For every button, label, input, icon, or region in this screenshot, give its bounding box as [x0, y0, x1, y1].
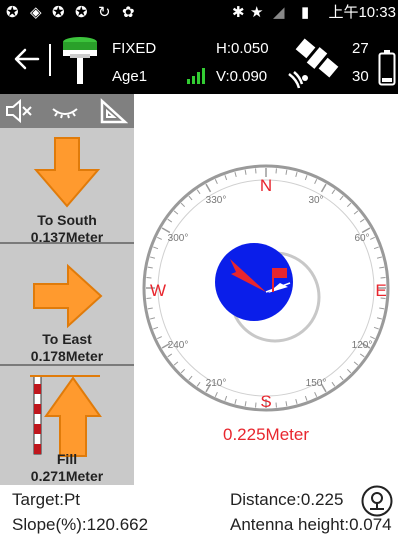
speaker-mute-icon[interactable]: [4, 97, 34, 125]
back-arrow-icon[interactable]: [12, 44, 42, 74]
fill-offset-panel: Fill 0.271Meter: [0, 370, 134, 485]
divider: [49, 44, 51, 76]
status-bar: ✪ ◈ ✪ ✪ ↻ ✿ ✱ ★ ◢ ▮ 上午10:33: [0, 0, 398, 26]
eye-closed-icon[interactable]: [50, 97, 80, 125]
stakeout-panel: To South 0.137Meter To East 0.178Meter F…: [0, 94, 134, 485]
bearing-30: 30°: [308, 195, 323, 206]
south-offset-panel: To South 0.137Meter: [0, 128, 134, 245]
target-name: Target:Pt: [12, 490, 81, 509]
west-label: W: [150, 281, 166, 300]
arrow-down-icon: [33, 137, 101, 208]
clock: 上午10:33: [328, 4, 396, 21]
antenna-height-readout: Antenna height:0.074: [230, 515, 392, 534]
solution-status: FIXED: [112, 40, 157, 57]
android-icon: ✿: [122, 4, 135, 21]
satellites-used: 27: [352, 40, 369, 57]
bearing-240: 240°: [168, 340, 189, 351]
divider: [0, 364, 134, 366]
satellite-icon[interactable]: [285, 36, 343, 90]
satellites-tracked: 30: [352, 68, 369, 85]
bearing-210: 210°: [206, 378, 227, 389]
slope-readout: Slope(%):120.662: [12, 515, 149, 534]
app-icon: ✪: [75, 4, 88, 21]
divider: [0, 242, 134, 244]
east-distance-value: 0.178Meter: [30, 348, 104, 364]
vertical-precision: V:0.090: [216, 68, 268, 85]
east-direction-label: To East: [42, 331, 92, 347]
stakeout-compass[interactable]: N E S W 30° 60° 120° 150° 210° 240° 300°…: [134, 156, 398, 420]
arrow-right-icon: [33, 263, 103, 329]
correction-age: Age1: [112, 68, 148, 85]
bearing-330: 330°: [206, 195, 227, 206]
fill-distance-value: 0.271Meter: [30, 468, 104, 484]
header-bar: FIXED Age1 H:0.050 V:0.090 27 30: [0, 26, 398, 94]
east-label: E: [375, 281, 386, 300]
location-pin-icon[interactable]: [361, 485, 393, 517]
star-icon: ★: [250, 4, 264, 21]
arrow-up-fill-icon: [30, 375, 102, 457]
set-square-icon[interactable]: [98, 97, 128, 125]
distance-readout: Distance:0.225: [230, 490, 344, 509]
info-footer: Target:Pt Distance:0.225 Slope(%):120.66…: [0, 485, 398, 537]
bearing-150: 150°: [306, 378, 327, 389]
south-label: S: [260, 392, 271, 411]
bearing-60: 60°: [354, 233, 369, 244]
fill-direction-label: Fill: [56, 451, 78, 467]
battery-icon: ▮: [301, 4, 310, 21]
bearing-120: 120°: [352, 340, 373, 351]
app-icon: ✪: [6, 4, 19, 21]
tool-bar: [0, 94, 134, 128]
bluetooth-icon: ✱: [232, 4, 245, 21]
signal-strength-icon: [187, 68, 205, 84]
app-icon: ✪: [52, 4, 65, 21]
location-icon: ◈: [30, 4, 42, 21]
east-offset-panel: To East 0.178Meter: [0, 250, 134, 366]
signal-icon: ◢: [273, 4, 285, 21]
rover-receiver-icon[interactable]: [60, 34, 100, 86]
horizontal-precision: H:0.050: [216, 40, 269, 57]
north-label: N: [260, 176, 272, 195]
receiver-battery-icon: [378, 50, 396, 86]
target-distance: 0.225Meter: [223, 425, 309, 444]
bearing-300: 300°: [168, 233, 189, 244]
south-direction-label: To South: [37, 212, 97, 228]
sync-icon: ↻: [98, 4, 111, 21]
target-flag-icon: [273, 268, 287, 278]
